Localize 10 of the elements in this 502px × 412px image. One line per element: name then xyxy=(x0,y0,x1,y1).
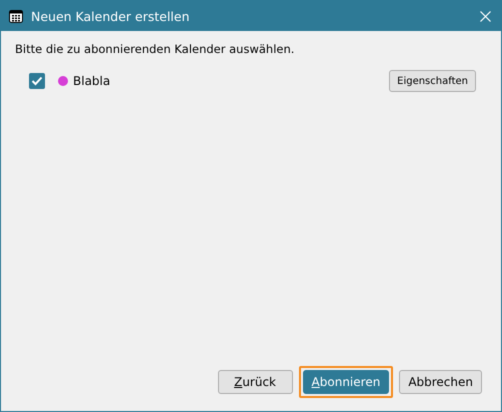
instruction-text: Bitte die zu abonnierenden Kalender auswählen. xyxy=(15,42,296,56)
properties-button[interactable]: Eigenschaften xyxy=(389,70,476,92)
calendar-icon xyxy=(9,10,23,22)
dialog-button[interactable]: Abonnieren xyxy=(302,370,390,394)
window-title: Neuen Kalender erstellen xyxy=(31,8,191,24)
calendar-name: Blabla xyxy=(73,74,110,88)
close-icon[interactable] xyxy=(480,10,491,22)
dialog-button[interactable]: Zurück xyxy=(218,370,293,394)
checkbox[interactable] xyxy=(29,73,45,89)
dialog-button[interactable]: Abbrechen xyxy=(399,370,482,394)
